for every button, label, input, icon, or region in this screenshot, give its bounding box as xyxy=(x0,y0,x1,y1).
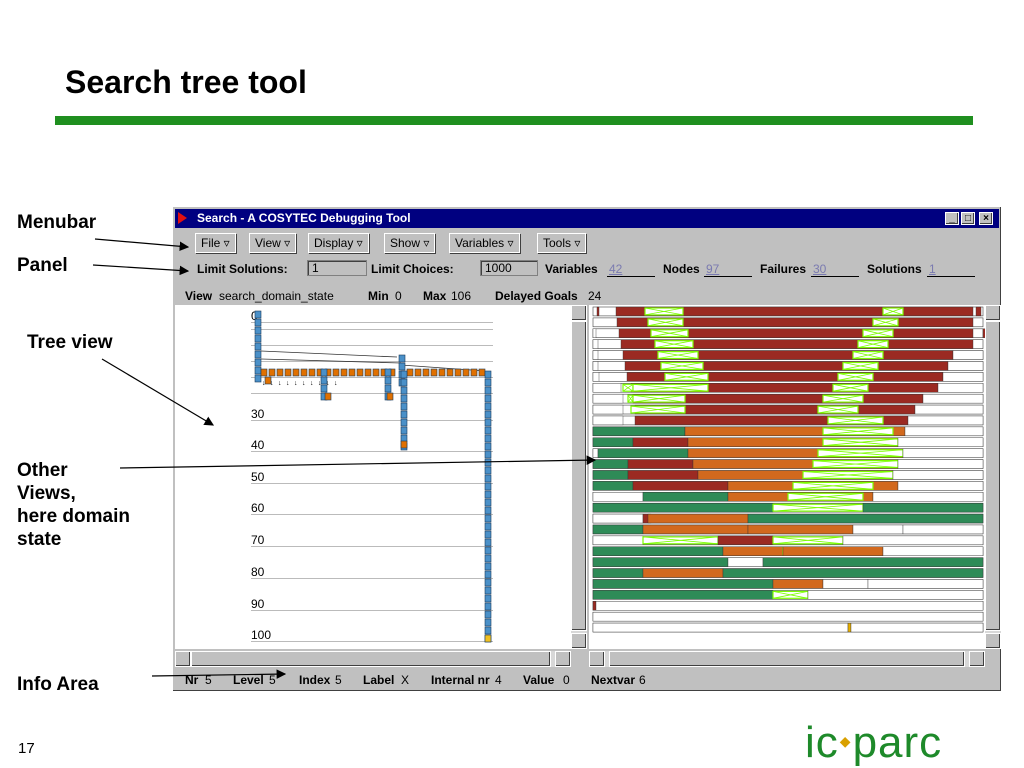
arrow-menubar xyxy=(94,238,190,252)
arrow-info-area xyxy=(151,669,287,679)
callout-arrows xyxy=(92,238,597,679)
arrow-other-views xyxy=(119,455,597,469)
arrow-panel xyxy=(92,264,190,276)
arrow-tree-view xyxy=(101,358,215,426)
